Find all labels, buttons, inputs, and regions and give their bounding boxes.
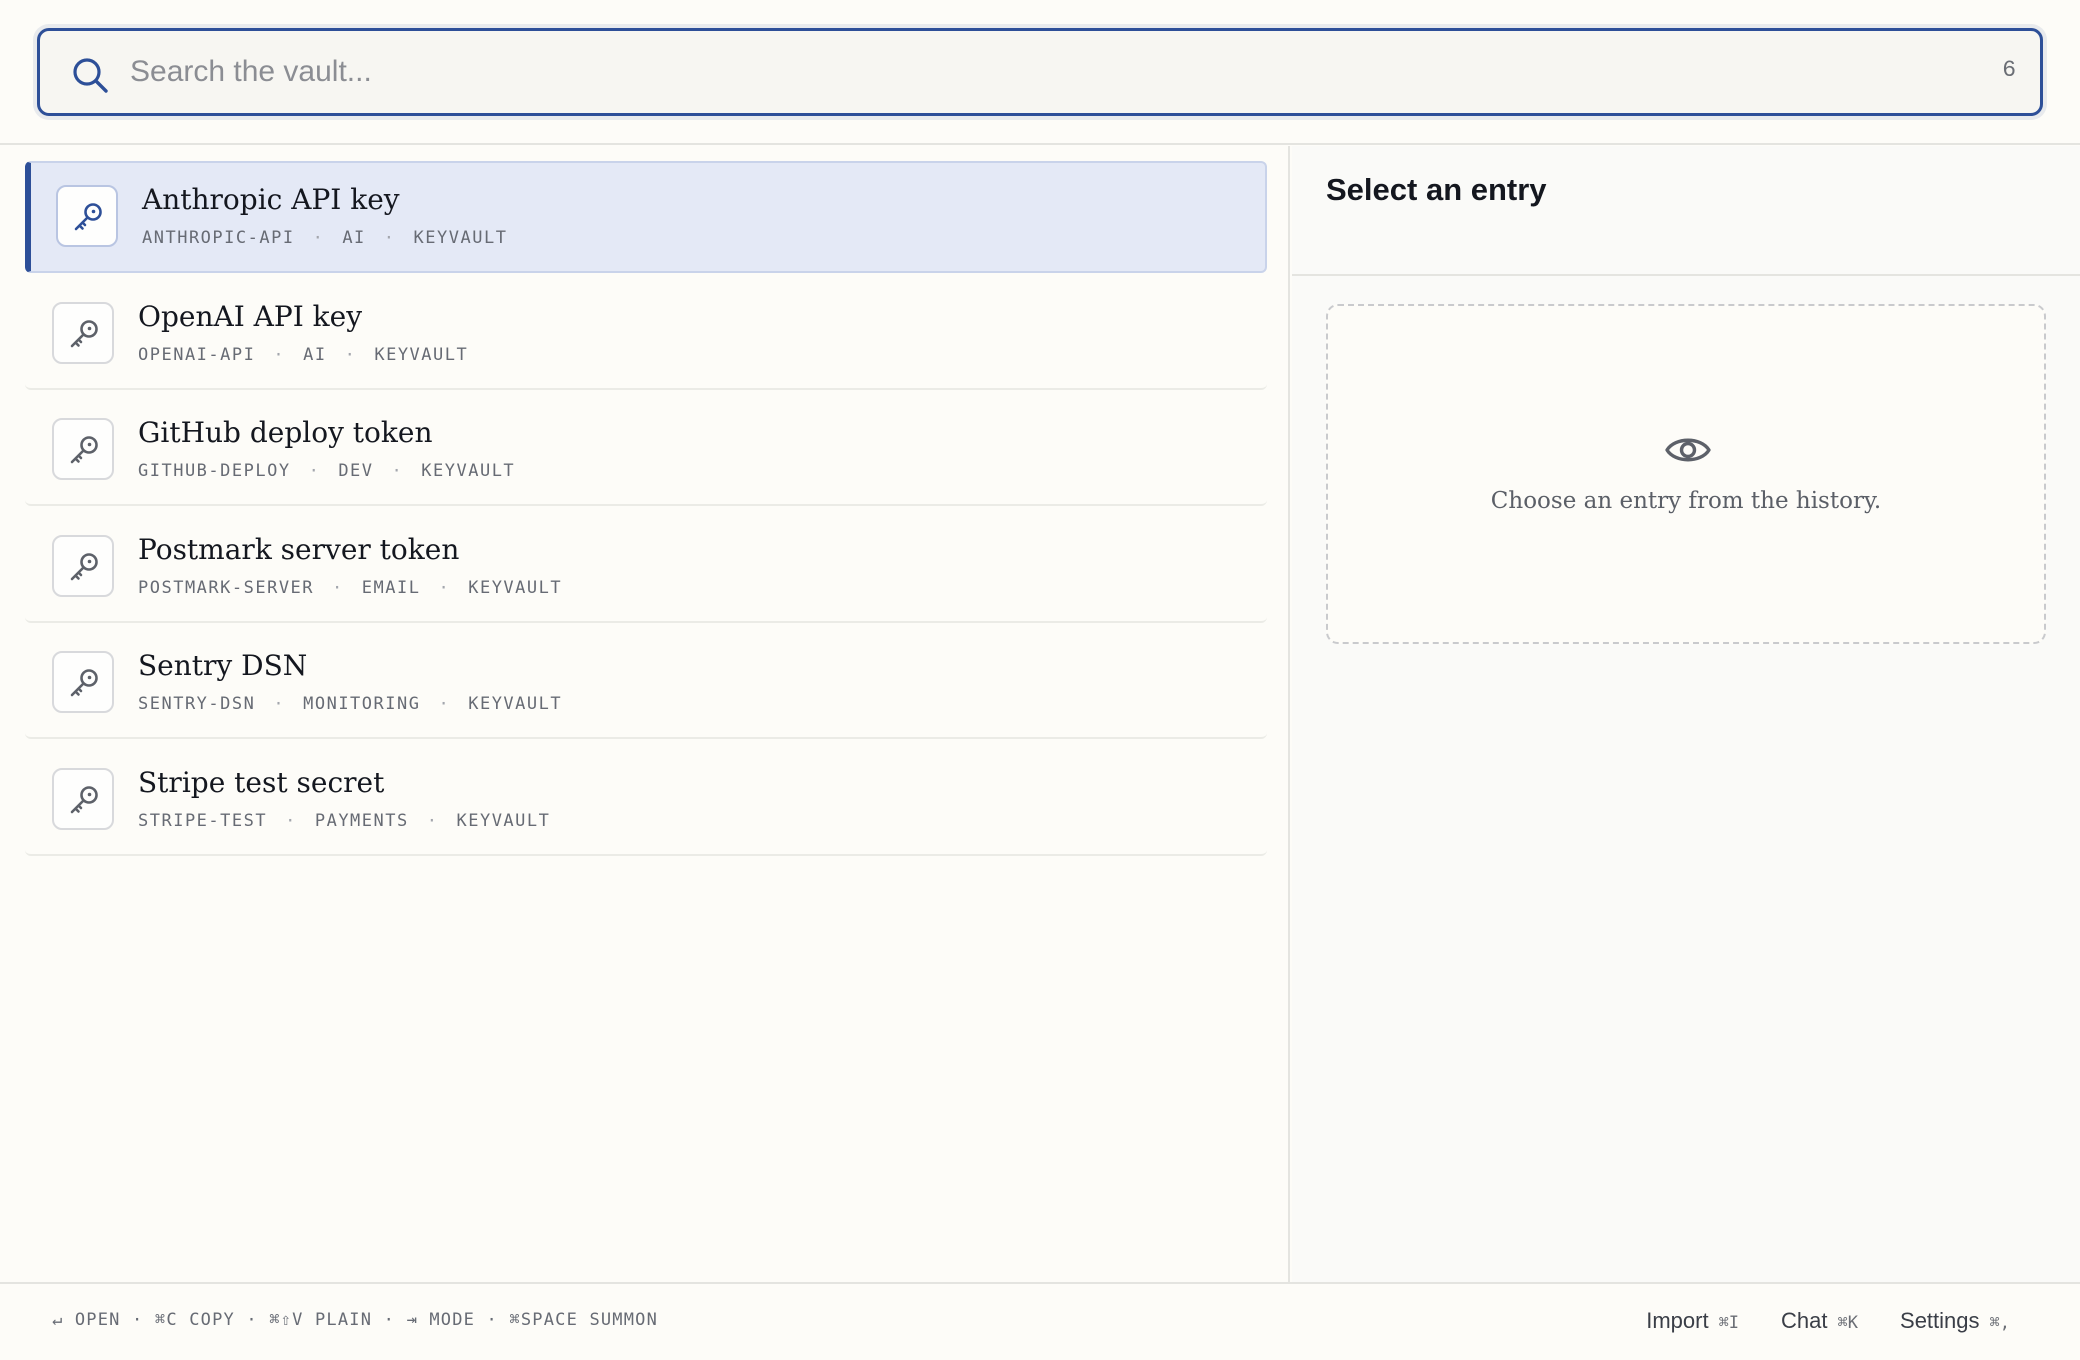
separator-dot: ·	[308, 461, 321, 481]
footer-actions: Import ⌘I Chat ⌘K Settings ⌘,	[1646, 1308, 2010, 1334]
vault-app: 6 Anthropic API key ANTHROPIC-API · AI · KEYV…	[0, 0, 2080, 1360]
entry-category: AI	[342, 228, 366, 248]
entry-id: SENTRY-DSN	[138, 694, 256, 714]
entry-title: Sentry DSN	[138, 649, 308, 682]
search-input[interactable]	[130, 43, 1930, 101]
key-icon	[52, 534, 114, 597]
result-count: 6	[2002, 57, 2016, 83]
settings-button[interactable]: Settings ⌘,	[1900, 1308, 2010, 1334]
eye-icon	[1665, 438, 1711, 462]
search-icon	[73, 58, 108, 93]
entry-source: KEYVAULT	[374, 344, 469, 365]
settings-label: Settings	[1900, 1308, 1980, 1333]
entry-id: POSTMARK-SERVER	[138, 577, 315, 598]
separator-dot: ·	[438, 577, 451, 598]
entry-title: GitHub deploy token	[138, 416, 433, 449]
entry-category: DEV	[338, 461, 374, 481]
separator-dot: ·	[344, 344, 357, 365]
entry-title: Stripe test secret	[138, 765, 385, 799]
separator-dot: ·	[285, 810, 297, 831]
import-shortcut: ⌘I	[1718, 1313, 1740, 1333]
separator-dot: ·	[391, 461, 404, 481]
entry-id: OPENAI-API	[138, 344, 256, 365]
entry-category: MONITORING	[303, 694, 421, 714]
list-item[interactable]: GitHub deploy token GITHUB-DEPLOY · DEV · KEY…	[25, 394, 1267, 506]
entry-meta: STRIPE-TEST · PAYMENTS · KEYVAULT	[138, 811, 550, 831]
chat-shortcut: ⌘K	[1837, 1313, 1859, 1333]
search-box[interactable]: 6	[37, 28, 2043, 116]
separator-dot: ·	[273, 344, 286, 365]
entry-title: Anthropic API key	[142, 183, 400, 216]
separator-dot: ·	[312, 228, 325, 248]
detail-title: Select an entry	[1326, 172, 1547, 207]
entry-meta: SENTRY-DSN · MONITORING · KEYVAULT	[138, 694, 562, 714]
entry-category: PAYMENTS	[314, 810, 409, 831]
import-button[interactable]: Import ⌘I	[1646, 1308, 1739, 1334]
list-item[interactable]: Postmark server token POSTMARK-SERVER · EMA…	[25, 511, 1267, 623]
entry-meta: GITHUB-DEPLOY · DEV · KEYVAULT	[138, 461, 515, 481]
entry-source: KEYVAULT	[456, 810, 551, 831]
list-item[interactable]: OpenAI API key OPENAI-API · AI · KEYVAULT	[25, 278, 1267, 390]
entry-source: KEYVAULT	[413, 228, 508, 248]
entry-meta: ANTHROPIC-API · AI · KEYVAULT	[142, 228, 507, 248]
empty-state-text: Choose an entry from the history.	[1490, 488, 1882, 514]
entry-source: KEYVAULT	[421, 461, 516, 481]
key-icon	[56, 185, 118, 247]
entry-source: KEYVAULT	[468, 694, 563, 714]
list-item[interactable]: Sentry DSN SENTRY-DSN · MONITORING · KEYVAULT	[25, 627, 1267, 739]
entry-id: GITHUB-DEPLOY	[138, 461, 291, 481]
key-icon	[52, 767, 114, 830]
separator-dot: ·	[426, 810, 439, 831]
entry-category: AI	[303, 344, 327, 365]
key-icon	[52, 301, 114, 364]
entry-title: Postmark server token	[138, 532, 460, 566]
entry-source: KEYVAULT	[468, 577, 563, 598]
entry-meta: POSTMARK-SERVER · EMAIL · KEYVAULT	[138, 578, 562, 598]
chat-label: Chat	[1781, 1308, 1828, 1333]
settings-shortcut: ⌘,	[1989, 1313, 2010, 1333]
separator-dot: ·	[273, 694, 286, 714]
separator-dot: ·	[332, 577, 344, 598]
list-item[interactable]: Stripe test secret STRIPE-TEST · PAYMENTS · K…	[25, 744, 1267, 856]
key-icon	[52, 418, 114, 480]
separator-dot: ·	[438, 694, 451, 714]
entry-title: OpenAI API key	[138, 299, 363, 333]
detail-pane: Select an entry Choose an entry from the…	[1292, 146, 2080, 1282]
separator-dot: ·	[383, 228, 396, 248]
footer-bar: ↵ OPEN · ⌘C COPY · ⌘⇧V PLAIN · ⇥ MODE · …	[0, 1282, 2080, 1360]
entry-meta: OPENAI-API · AI · KEYVAULT	[138, 345, 468, 365]
detail-header: Select an entry	[1292, 146, 2080, 276]
entry-list: Anthropic API key ANTHROPIC-API · AI · KEYVAU…	[0, 146, 1290, 1282]
entry-id: STRIPE-TEST	[138, 810, 268, 831]
empty-state-card: Choose an entry from the history.	[1326, 304, 2046, 644]
search-bar: 6	[0, 0, 2080, 145]
keyboard-shortcuts: ↵ OPEN · ⌘C COPY · ⌘⇧V PLAIN · ⇥ MODE · …	[52, 1310, 659, 1330]
list-item[interactable]: Anthropic API key ANTHROPIC-API · AI · KEYVAU…	[25, 161, 1267, 273]
entry-category: EMAIL	[361, 577, 421, 598]
chat-button[interactable]: Chat ⌘K	[1781, 1308, 1858, 1334]
key-icon	[52, 651, 114, 713]
import-label: Import	[1646, 1308, 1709, 1333]
entry-id: ANTHROPIC-API	[142, 228, 295, 248]
